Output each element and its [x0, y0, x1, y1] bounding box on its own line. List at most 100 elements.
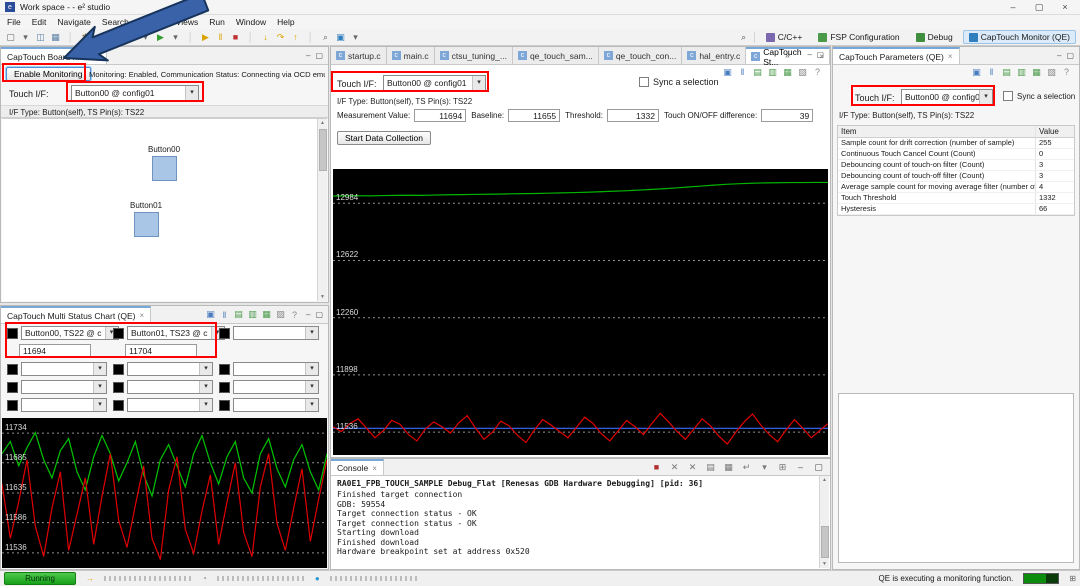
menu-item[interactable]: File: [7, 17, 21, 27]
slot-select[interactable]: ▾: [127, 362, 213, 376]
console-toolbar-icon[interactable]: ✕: [668, 461, 681, 473]
slot-select[interactable]: ▾: [127, 380, 213, 394]
view-toolbar-icon[interactable]: ▧: [796, 66, 809, 78]
menu-item[interactable]: Renesas Views: [140, 17, 198, 27]
menu-item[interactable]: Edit: [32, 17, 47, 27]
parameter-row[interactable]: Debouncing count of touch-on filter (Cou…: [838, 160, 1074, 171]
parameter-row[interactable]: Sample count for drift correction (numbe…: [838, 138, 1074, 149]
editor-tab[interactable]: c hal_entry.c ×: [682, 47, 746, 64]
sync-selection-checkbox[interactable]: [1003, 91, 1013, 101]
menu-item[interactable]: Help: [277, 17, 294, 27]
editor-tab[interactable]: c main.c ×: [387, 47, 435, 64]
toolbar-icon[interactable]: │: [244, 30, 257, 45]
toolbar-icon[interactable]: ✱: [79, 30, 92, 45]
toolbar-icon[interactable]: ▦: [49, 30, 62, 45]
menu-item[interactable]: Window: [236, 17, 266, 27]
tab-board-monitor[interactable]: CapTouch Board Mo... ×: [1, 47, 107, 64]
toolbar-icon[interactable]: ▣: [334, 30, 347, 45]
perspective-button[interactable]: C/C++: [760, 30, 809, 44]
perspective-button[interactable]: Debug: [910, 30, 959, 44]
view-toolbar-icon[interactable]: ▣: [970, 66, 983, 78]
toolbar-icon[interactable]: │: [109, 30, 122, 45]
touch-if-select[interactable]: Button00 @ config01 ▾: [383, 75, 486, 91]
console-toolbar-icon[interactable]: ⊞: [776, 461, 789, 473]
slot-select[interactable]: Button00, TS22 @ c ▾: [21, 326, 119, 340]
menu-item[interactable]: Run: [209, 17, 225, 27]
view-toolbar-icon[interactable]: ?: [811, 66, 824, 78]
view-toolbar-icon[interactable]: ▥: [1015, 66, 1028, 78]
scrollbar[interactable]: ▲ ▼: [317, 119, 327, 301]
editor-tab[interactable]: c startup.c ×: [331, 47, 387, 64]
view-toolbar-icon[interactable]: ▧: [1045, 66, 1058, 78]
console-toolbar-icon[interactable]: ▢: [812, 461, 825, 473]
toolbar-icon[interactable]: ↑: [289, 30, 302, 45]
toolbar-icon[interactable]: ⌕: [319, 30, 332, 45]
console-toolbar-icon[interactable]: ▦: [722, 461, 735, 473]
toolbar-icon[interactable]: │: [304, 30, 317, 45]
slot-select[interactable]: ▾: [233, 380, 319, 394]
slot-select[interactable]: ▾: [21, 398, 107, 412]
close-icon[interactable]: ×: [96, 52, 101, 61]
console-toolbar-icon[interactable]: ✕: [686, 461, 699, 473]
search-icon[interactable]: ⌕: [737, 30, 750, 45]
editor-tab[interactable]: c qe_touch_con... ×: [599, 47, 683, 64]
toolbar-icon[interactable]: ▾: [139, 30, 152, 45]
tab-parameters[interactable]: CapTouch Parameters (QE) ×: [833, 47, 960, 64]
toolbar-icon[interactable]: │: [184, 30, 197, 45]
close-icon[interactable]: ×: [948, 52, 953, 61]
parameter-row[interactable]: Debouncing count of touch-off filter (Co…: [838, 171, 1074, 182]
minimize-view-icon[interactable]: –: [808, 50, 812, 59]
console-toolbar-icon[interactable]: ▤: [704, 461, 717, 473]
editor-tab[interactable]: c qe_touch_sam... ×: [513, 47, 599, 64]
view-toolbar-icon[interactable]: ▦: [1030, 66, 1043, 78]
view-toolbar-icon[interactable]: ▦: [781, 66, 794, 78]
toolbar-icon[interactable]: ▶: [154, 30, 167, 45]
minimize-view-icon[interactable]: –: [306, 51, 310, 60]
maximize-view-icon[interactable]: ▢: [1066, 51, 1074, 60]
view-toolbar-icon[interactable]: ▤: [232, 309, 245, 321]
view-toolbar-icon[interactable]: ‖: [736, 66, 749, 78]
toolbar-icon[interactable]: ▾: [94, 30, 107, 45]
close-window-icon[interactable]: ×: [1055, 1, 1075, 13]
menu-item[interactable]: Navigate: [57, 17, 91, 27]
console-toolbar-icon[interactable]: –: [794, 461, 807, 473]
toolbar-icon[interactable]: ↓: [259, 30, 272, 45]
toolbar-icon[interactable]: ‖: [214, 30, 227, 45]
console-toolbar-icon[interactable]: ■: [650, 461, 663, 473]
tab-console[interactable]: Console ×: [331, 459, 384, 475]
toolbar-icon[interactable]: ◫: [34, 30, 47, 45]
maximize-view-icon[interactable]: ▢: [315, 51, 323, 60]
tab-overflow-icon[interactable]: »: [785, 50, 790, 60]
toolbar-icon[interactable]: ↷: [274, 30, 287, 45]
slot-select[interactable]: ▾: [233, 398, 319, 412]
tab-multi-status-chart[interactable]: CapTouch Multi Status Chart (QE) ×: [1, 306, 151, 323]
console-toolbar-icon[interactable]: ▾: [758, 461, 771, 473]
slot-select[interactable]: ▾: [127, 398, 213, 412]
slot-select[interactable]: ▾: [21, 380, 107, 394]
view-toolbar-icon[interactable]: ▤: [1000, 66, 1013, 78]
maximize-window-icon[interactable]: ▢: [1029, 1, 1049, 13]
parameter-row[interactable]: Continuous Touch Cancel Count (Count) 0: [838, 149, 1074, 160]
toolbar-icon[interactable]: ▶: [199, 30, 212, 45]
sync-selection-checkbox[interactable]: [639, 77, 649, 87]
view-toolbar-icon[interactable]: ‖: [218, 309, 231, 321]
touch-if-select[interactable]: Button00 @ config01 ▾: [901, 89, 993, 105]
scrollbar[interactable]: ▲ ▼: [819, 476, 829, 568]
maximize-view-icon[interactable]: ▢: [816, 50, 824, 59]
view-toolbar-icon[interactable]: ▥: [766, 66, 779, 78]
toolbar-icon[interactable]: ▢: [4, 30, 17, 45]
minimize-window-icon[interactable]: –: [1003, 1, 1023, 13]
view-toolbar-icon[interactable]: ?: [1060, 66, 1073, 78]
close-icon[interactable]: ×: [372, 464, 377, 473]
menu-item[interactable]: Search: [102, 17, 129, 27]
view-toolbar-icon[interactable]: ▥: [246, 309, 259, 321]
slot-select[interactable]: Button01, TS23 @ c ▾: [127, 326, 225, 340]
toolbar-icon[interactable]: ■: [229, 30, 242, 45]
minimize-view-icon[interactable]: –: [306, 310, 310, 319]
perspective-button[interactable]: FSP Configuration: [812, 30, 905, 44]
slot-select[interactable]: ▾: [233, 326, 319, 340]
enable-monitoring-button[interactable]: Enable Monitoring: [6, 67, 91, 81]
slot-select[interactable]: ▾: [21, 362, 107, 376]
parameter-row[interactable]: Hysteresis 66: [838, 204, 1074, 215]
view-toolbar-icon[interactable]: ‖: [985, 66, 998, 78]
